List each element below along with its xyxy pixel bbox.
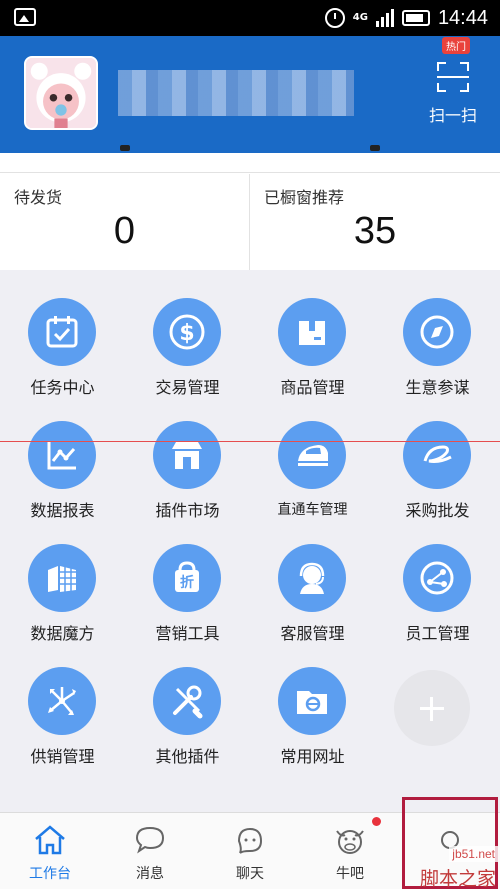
grid-item-data-report[interactable]: 数据报表 — [0, 393, 125, 520]
tab-workbench[interactable]: 工作台 — [0, 813, 100, 889]
wrench-screwdriver-icon — [153, 667, 221, 735]
hot-badge: 热门 — [442, 37, 470, 54]
stat-value: 35 — [353, 210, 397, 252]
status-bar: 4G 14:44 — [0, 0, 500, 36]
alarm-icon — [324, 8, 345, 28]
share-nodes-icon — [403, 544, 471, 612]
arrows-out-icon — [28, 667, 96, 735]
stat-window-recommended[interactable]: 已橱窗推荐 35 — [250, 174, 500, 270]
grid-item-goods[interactable]: 商品管理 — [250, 270, 375, 397]
stat-partial-right — [250, 145, 500, 173]
stat-value: 0 — [113, 210, 136, 252]
profile-header: 扫一扫 — [0, 36, 500, 153]
grid-item-favorite-urls[interactable]: 常用网址 — [250, 639, 375, 766]
grid-item-plugin-market[interactable]: 插件市场 — [125, 393, 250, 520]
username-blurred — [118, 70, 354, 116]
tab-label: 聊天 — [236, 866, 264, 882]
grid-item-supply-distribution[interactable]: 供销管理 — [0, 639, 125, 766]
tab-messages[interactable]: 消息 — [100, 813, 200, 889]
cube-icon — [28, 544, 96, 612]
alibaba-logo-icon — [403, 421, 471, 489]
headset-agent-icon — [278, 544, 346, 612]
train-icon — [278, 421, 346, 489]
stats-panel: 待发货 0 已橱窗推荐 35 — [0, 145, 500, 270]
home-icon — [35, 825, 65, 855]
dollar-coin-icon: $ — [153, 298, 221, 366]
scan-icon — [437, 62, 469, 92]
tab-label: 牛吧 — [336, 866, 364, 882]
chat-bubble-icon — [135, 826, 165, 854]
notification-dot — [372, 817, 381, 826]
battery-icon — [401, 10, 430, 26]
grid-item-data-cube[interactable]: 数据魔方 — [0, 516, 125, 643]
scan-button[interactable]: 扫一扫 — [422, 62, 484, 132]
grid-item-trade[interactable]: $ 交易管理 — [125, 270, 250, 397]
add-plugin-button[interactable] — [394, 670, 470, 746]
grid-item-marketing-tools[interactable]: 折 营销工具 — [125, 516, 250, 643]
grid-item-task-center[interactable]: 任务中心 — [0, 270, 125, 397]
package-box-icon — [278, 298, 346, 366]
watermark-site: jb51.net — [449, 846, 498, 862]
cow-face-icon — [336, 830, 364, 854]
stat-label: 待发货 — [14, 188, 63, 207]
grid-item-label: 员工管理 — [405, 624, 470, 643]
calendar-check-icon — [28, 298, 96, 366]
tab-chat[interactable]: 聊天 — [200, 813, 300, 889]
grid-item-label: 常用网址 — [280, 747, 345, 766]
status-indicators: 4G 14:44 — [324, 0, 488, 36]
avatar[interactable] — [24, 56, 98, 130]
storefront-icon — [153, 421, 221, 489]
compass-icon — [403, 298, 471, 366]
grid-item-through-train[interactable]: 直通车管理 — [250, 393, 375, 518]
network-type: 4G — [352, 12, 368, 23]
line-chart-icon — [28, 421, 96, 489]
signal-icon — [375, 9, 394, 27]
grid-item-customer-service[interactable]: 客服管理 — [250, 516, 375, 643]
tab-niuba[interactable]: 牛吧 — [300, 813, 400, 889]
grid-item-purchase-wholesale[interactable]: 采购批发 — [375, 393, 500, 520]
grid-item-other-plugins[interactable]: 其他插件 — [125, 639, 250, 766]
annotation-line — [0, 441, 500, 442]
watermark-name: 脚本之家 — [419, 868, 496, 889]
grid-item-label: 其他插件 — [155, 747, 220, 766]
grid-item-label: 供销管理 — [30, 747, 95, 766]
stat-partial-left — [0, 145, 250, 173]
chat-smile-icon — [237, 827, 263, 854]
scan-label: 扫一扫 — [428, 106, 477, 125]
svg-text:折: 折 — [180, 574, 194, 591]
gallery-notification-icon — [14, 8, 36, 26]
status-time: 14:44 — [437, 6, 488, 29]
grid-item-business-advisor[interactable]: 生意参谋 — [375, 270, 500, 397]
tab-label: 工作台 — [29, 866, 71, 882]
folder-browser-icon — [278, 667, 346, 735]
discount-bag-icon: 折 — [153, 544, 221, 612]
stat-pending-shipment[interactable]: 待发货 0 — [0, 174, 250, 270]
svg-text:$: $ — [179, 321, 194, 346]
tab-label: 消息 — [136, 866, 164, 882]
grid-item-staff[interactable]: 员工管理 — [375, 516, 500, 643]
stat-label: 已橱窗推荐 — [264, 188, 345, 207]
